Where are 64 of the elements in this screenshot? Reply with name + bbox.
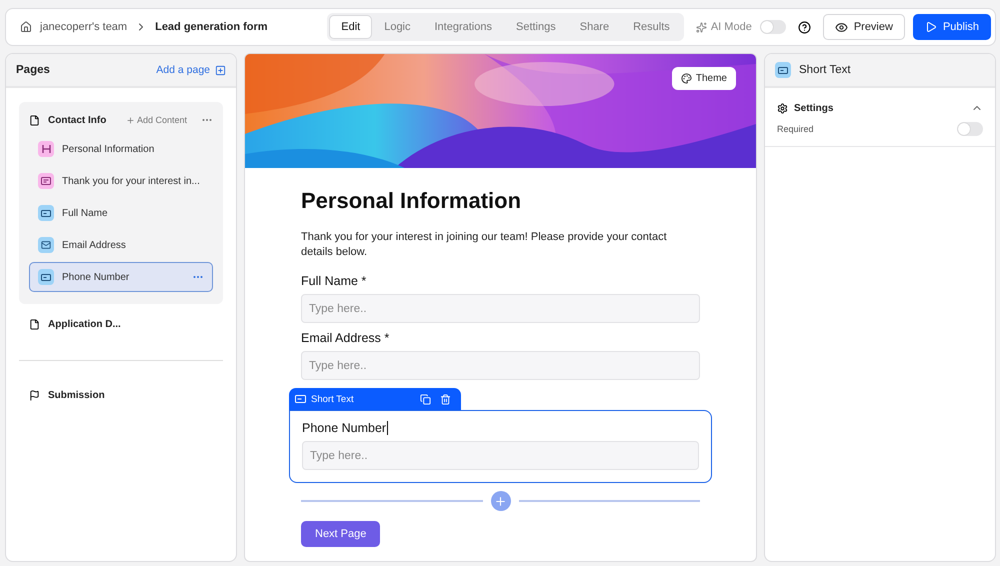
sparkle-icon bbox=[696, 22, 707, 32]
eye-icon bbox=[834, 20, 848, 34]
trash-icon[interactable] bbox=[440, 394, 451, 404]
field-block[interactable]: Full Name * Type here.. bbox=[301, 274, 700, 323]
heading-icon bbox=[38, 141, 54, 157]
page-name[interactable]: Submission bbox=[48, 390, 213, 400]
ai-mode-toggle[interactable] bbox=[760, 20, 786, 34]
input-field[interactable]: Type here.. bbox=[301, 351, 700, 380]
field-label: Full Name * bbox=[301, 274, 368, 288]
field-label[interactable]: Phone Number bbox=[302, 421, 699, 435]
copy-icon[interactable] bbox=[420, 394, 431, 404]
add-content-button[interactable]: Add Content bbox=[126, 115, 187, 125]
play-icon bbox=[924, 21, 937, 33]
publish-button[interactable]: Publish bbox=[912, 14, 992, 40]
content-item[interactable]: Full Name bbox=[29, 198, 213, 228]
theme-button[interactable]: Theme bbox=[672, 67, 736, 90]
required-label: Required bbox=[777, 124, 814, 134]
plus-square-icon bbox=[215, 64, 226, 76]
section-title[interactable]: Settings bbox=[794, 102, 965, 114]
form-title: Lead generation form bbox=[155, 21, 268, 33]
help-icon[interactable] bbox=[798, 20, 811, 34]
content-item[interactable]: Personal Information bbox=[29, 134, 213, 164]
tab[interactable]: Integrations bbox=[422, 15, 504, 39]
required-toggle[interactable] bbox=[957, 122, 983, 136]
flag-icon bbox=[29, 390, 40, 400]
panel-title: Short Text bbox=[799, 64, 851, 76]
form-description: Thank you for your interest in joining our team! Please provide your contact details below. bbox=[301, 230, 668, 260]
field-type-label: Short Text bbox=[311, 394, 355, 404]
next-page-button[interactable]: Next Page bbox=[301, 521, 380, 547]
tab[interactable]: Logic bbox=[372, 15, 422, 39]
page-icon bbox=[29, 114, 40, 126]
text-field-icon bbox=[38, 269, 54, 285]
selected-field-block[interactable]: Phone Number Type here.. bbox=[289, 410, 712, 483]
tab[interactable]: Edit bbox=[329, 15, 372, 39]
page-icon bbox=[29, 318, 40, 330]
plus-icon bbox=[494, 494, 507, 508]
content-item[interactable]: Thank you for your interest in... bbox=[29, 166, 213, 196]
page-name[interactable]: Application D... bbox=[48, 318, 213, 330]
team-link[interactable]: janecoperr's team bbox=[40, 21, 128, 33]
input-field[interactable]: Type here.. bbox=[302, 441, 699, 470]
palette-icon bbox=[680, 73, 692, 84]
content-item[interactable]: Phone Number bbox=[29, 262, 213, 292]
preview-button[interactable]: Preview bbox=[822, 14, 905, 40]
panel-title: Pages bbox=[16, 64, 50, 76]
page-name[interactable]: Contact Info bbox=[48, 114, 118, 126]
text-field-icon bbox=[775, 62, 791, 78]
paragraph-icon bbox=[38, 173, 54, 189]
field-label: Email Address * bbox=[301, 331, 390, 345]
ai-mode-label: AI Mode bbox=[710, 21, 752, 33]
plus-icon bbox=[126, 116, 135, 124]
mail-icon bbox=[38, 237, 54, 253]
form-heading: Personal Information bbox=[301, 188, 522, 214]
home-icon[interactable] bbox=[20, 21, 32, 33]
input-field[interactable]: Type here.. bbox=[301, 294, 700, 323]
tab[interactable]: Settings bbox=[504, 15, 568, 39]
settings-icon bbox=[777, 102, 788, 114]
add-field-button[interactable] bbox=[490, 491, 510, 511]
text-field-icon bbox=[38, 205, 54, 221]
add-page-link[interactable]: Add a page bbox=[156, 64, 226, 76]
tab[interactable]: Share bbox=[568, 15, 622, 39]
content-item[interactable]: Email Address bbox=[29, 230, 213, 260]
field-block[interactable]: Email Address * Type here.. bbox=[301, 331, 700, 380]
tab[interactable]: Results bbox=[621, 15, 682, 39]
text-field-icon bbox=[295, 395, 306, 403]
